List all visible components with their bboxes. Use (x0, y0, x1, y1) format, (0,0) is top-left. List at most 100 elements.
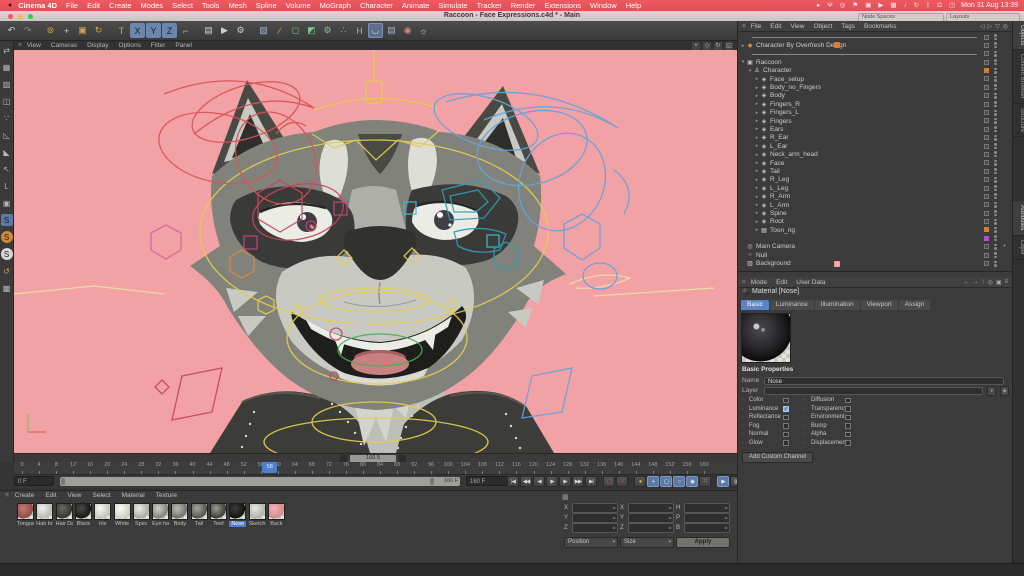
tree-row-tail[interactable]: ▸ ◈ Tail (738, 167, 1013, 175)
points-mode-icon[interactable]: ∵ (1, 112, 13, 124)
material-thumbnail[interactable] (74, 503, 92, 520)
channel-expand-icon[interactable]: ◦ (804, 397, 811, 403)
material-thumbnail[interactable] (248, 503, 266, 520)
snap-2d-icon[interactable]: S (0, 248, 13, 260)
object-extra-icon[interactable]: + (1003, 243, 1006, 249)
tab-basic[interactable]: Basic (741, 300, 769, 310)
menubar-app-name[interactable]: Cinema 4D (18, 0, 57, 11)
axis-mode-icon[interactable]: L (1, 180, 13, 192)
material-item[interactable]: Iris (94, 503, 112, 527)
material-item[interactable]: Body (171, 503, 189, 527)
polygons-mode-icon[interactable]: ◣ (1, 146, 13, 158)
layer-toggle[interactable] (984, 185, 989, 191)
dropbox-icon[interactable]: ▩ (890, 0, 896, 11)
play-icon[interactable]: ▶ (878, 0, 883, 11)
visibility-dots[interactable] (994, 235, 997, 242)
layer-toggle[interactable] (984, 227, 989, 233)
layer-toggle[interactable] (984, 42, 989, 48)
visibility-dots[interactable] (994, 159, 997, 166)
attr-menu-icon[interactable]: ≡ (1004, 279, 1008, 286)
coord-value-field[interactable] (572, 513, 618, 523)
visibility-dots[interactable] (994, 59, 997, 66)
menubar-item-character[interactable]: Character (360, 0, 393, 11)
material-item[interactable]: White (113, 503, 131, 527)
menubar-item-mesh[interactable]: Mesh (228, 0, 246, 11)
menubar-clock[interactable]: Mon 31 Aug 13:39 (961, 0, 1018, 11)
layer-toggle[interactable] (984, 252, 989, 258)
menubar-item-edit[interactable]: Edit (87, 0, 100, 11)
separator-null-2[interactable] (738, 50, 1013, 58)
modeling-settings-icon[interactable]: ▩ (1, 282, 13, 294)
visibility-dots[interactable] (994, 185, 997, 192)
material-thumbnail[interactable] (267, 503, 285, 520)
menubar-item-select[interactable]: Select (172, 0, 193, 11)
play-sound-button[interactable]: ♪ (616, 476, 628, 487)
current-frame-field[interactable]: 0 F (14, 476, 54, 486)
tree-row-r-leg[interactable]: ▸ ◈ R_Leg (738, 176, 1013, 184)
tab-assign[interactable]: Assign (898, 300, 931, 310)
visibility-dots[interactable] (994, 226, 997, 233)
convert-object-icon[interactable]: ⇄ (1, 44, 13, 56)
layer-toggle[interactable] (984, 51, 989, 57)
keyframe-selection-button[interactable]: ● (634, 476, 646, 487)
goto-start-button[interactable]: |◀ (507, 476, 519, 487)
om-menu-file[interactable]: File (751, 23, 761, 30)
visibility-dots[interactable] (994, 134, 997, 141)
visibility-dots[interactable] (994, 210, 997, 217)
viewport-menu-panel[interactable]: Panel (175, 42, 192, 49)
preview-range-slider[interactable]: 160 F (60, 477, 460, 486)
viewport-menu-cameras[interactable]: Cameras (51, 42, 77, 49)
coord-value-field[interactable] (572, 503, 618, 513)
cloner-icon[interactable]: ∴ (336, 23, 351, 38)
channel-checkbox[interactable]: ✓ (783, 406, 789, 412)
subdivision-surface-icon[interactable]: ◻ (288, 23, 303, 38)
menubar-item-spline[interactable]: Spline (256, 0, 277, 11)
om-menu-view[interactable]: View (790, 23, 804, 30)
music-icon[interactable]: ♪ (904, 0, 907, 11)
visibility-dots[interactable] (994, 176, 997, 183)
material-thumbnail[interactable] (17, 503, 34, 520)
render-view-icon[interactable]: ▤ (201, 23, 216, 38)
workplane-mode-icon[interactable]: ◫ (1, 95, 13, 107)
visibility-dots[interactable] (994, 260, 997, 267)
channel-checkbox[interactable] (783, 423, 789, 429)
om-search-icon[interactable]: ◎ (1003, 23, 1008, 30)
frame-step-back-icon[interactable] (340, 455, 347, 462)
channel-expand-icon[interactable]: ◦ (804, 431, 811, 437)
material-item[interactable]: Hair bri (36, 503, 54, 527)
extrude-icon[interactable]: ◩ (304, 23, 319, 38)
camera-icon[interactable]: ◉ (400, 23, 415, 38)
layer-toggle[interactable] (984, 126, 989, 132)
om-menu-edit[interactable]: Edit (770, 23, 781, 30)
end-frame-field[interactable]: 160 F (466, 476, 510, 486)
prev-key-button[interactable]: ◀◀ (520, 476, 532, 487)
material-thumbnail[interactable] (171, 503, 189, 520)
layer-toggle[interactable] (984, 202, 989, 208)
record-position-button[interactable]: + (647, 476, 659, 487)
side-tab-objects[interactable]: Objects (1013, 21, 1024, 51)
layer-field[interactable] (763, 386, 984, 395)
om-filter-icon[interactable]: ▽ (995, 23, 1000, 30)
layer-toggle[interactable] (984, 93, 989, 99)
material-name-field[interactable]: Nose (764, 376, 1004, 385)
layer-toggle[interactable] (984, 151, 989, 157)
timeline-ruler[interactable]: 0 4 8 12 16 20 24 28 32 36 40 44 48 52 56 60 64 68 72 76 80 8… (14, 462, 737, 475)
attr-forward-icon[interactable]: → (973, 279, 979, 286)
tab-luminance[interactable]: Luminance (769, 300, 814, 310)
viewport-menu-icon[interactable]: ≡ (18, 42, 22, 49)
om-forward-icon[interactable]: ▷ (988, 23, 993, 30)
attr-menu-edit[interactable]: Edit (776, 279, 787, 286)
add-cube-icon[interactable]: ▧ (256, 23, 271, 38)
layer-toggle[interactable] (984, 84, 989, 90)
menubar-item-modes[interactable]: Modes (141, 0, 164, 11)
tree-row-spine[interactable]: ▸ ◈ Spine (738, 209, 1013, 217)
move-tool-icon[interactable]: + (59, 23, 74, 38)
record-scale-button[interactable]: ▢ (660, 476, 672, 487)
menubar-item-volume[interactable]: Volume (286, 0, 311, 11)
workplane-snap-icon[interactable]: ↺ (1, 265, 13, 277)
visibility-dots[interactable] (994, 143, 997, 150)
tab-illumination[interactable]: Illumination (814, 300, 860, 310)
material-thumbnail[interactable] (229, 503, 247, 520)
deformers-icon[interactable]: H (352, 23, 367, 38)
autokeying-button[interactable]: ▶ (717, 476, 729, 487)
